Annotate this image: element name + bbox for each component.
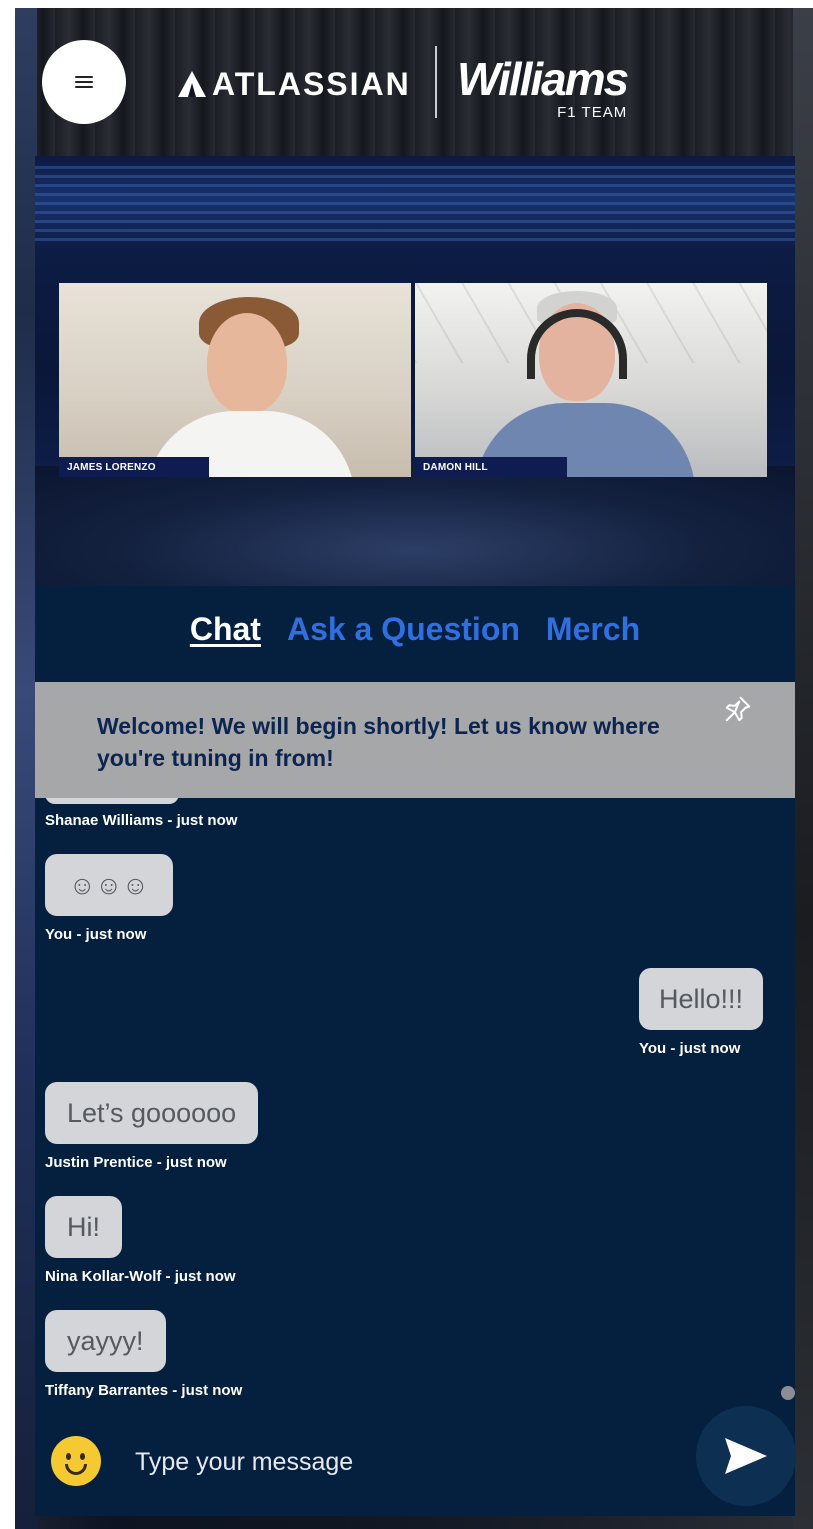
video-tile-damon-hill[interactable]: DAMON HILL	[415, 283, 767, 477]
williams-wordmark: Williams	[457, 53, 629, 105]
tab-merch[interactable]: Merch	[546, 611, 640, 661]
video-tile-james-lorenzo[interactable]: JAMES LORENZO	[59, 283, 411, 477]
left-backdrop	[15, 8, 37, 1529]
message-bubble: Hi!	[45, 1196, 122, 1258]
message-bubble: ☺☺☺	[45, 854, 173, 916]
message-list: Shanae Williams - just now ☺☺☺ You - jus…	[35, 798, 795, 1408]
message-bubble-own: Hello!!!	[639, 968, 764, 1030]
message-bubble: Let’s goooooo	[45, 1082, 259, 1144]
stage-light-stripes	[35, 166, 795, 246]
atlassian-mark-icon	[178, 71, 206, 97]
app-screen: ATLASSIAN Williams F1 TEAM JAMES LORENZO…	[15, 8, 813, 1529]
message-bubble: yayyy!	[45, 1310, 166, 1372]
send-button[interactable]	[696, 1406, 796, 1506]
message-input[interactable]	[135, 1440, 675, 1484]
atlassian-wordmark: ATLASSIAN	[212, 65, 411, 102]
tab-ask-a-question[interactable]: Ask a Question	[287, 611, 520, 661]
menu-button[interactable]	[42, 40, 126, 124]
message-meta: Shanae Williams - just now	[45, 812, 238, 829]
smiley-icon-mouth	[65, 1464, 87, 1475]
smiley-icon-eye	[66, 1453, 71, 1460]
message-bubble-partial	[45, 798, 179, 804]
emoji-picker-button[interactable]	[51, 1436, 101, 1486]
message-composer	[35, 1406, 796, 1514]
scrollbar-thumb[interactable]	[781, 1386, 795, 1400]
header-background	[15, 8, 813, 158]
message-meta: Nina Kollar-Wolf - just now	[45, 1268, 236, 1285]
participant-name-tag: JAMES LORENZO	[59, 457, 209, 477]
chat-panel: Chat Ask a Question Merch Welcome! We wi…	[35, 586, 796, 1516]
pinned-message-banner: Welcome! We will begin shortly! Let us k…	[35, 682, 795, 798]
message-meta: Tiffany Barrantes - just now	[45, 1382, 243, 1399]
atlassian-logo: ATLASSIAN	[178, 64, 411, 104]
message-meta: You - just now	[45, 926, 147, 943]
pinned-message-text: Welcome! We will begin shortly! Let us k…	[97, 713, 660, 771]
tab-bar: Chat Ask a Question Merch	[35, 611, 795, 661]
message-meta: Justin Prentice - just now	[45, 1154, 227, 1171]
hamburger-icon	[75, 76, 93, 88]
williams-logo: Williams F1 TEAM	[457, 53, 629, 121]
logo-divider	[435, 46, 437, 118]
right-backdrop	[793, 8, 813, 1529]
tab-chat[interactable]: Chat	[190, 611, 261, 661]
f1-team-wordmark: F1 TEAM	[557, 104, 628, 121]
message-meta-own: You - just now	[639, 1040, 741, 1057]
stage-floor	[35, 466, 795, 586]
video-stage: JAMES LORENZO DAMON HILL	[35, 156, 795, 586]
pin-icon[interactable]	[723, 694, 753, 724]
send-arrow-icon	[725, 1438, 767, 1474]
smiley-icon-eye	[80, 1453, 85, 1460]
participant-name-tag: DAMON HILL	[415, 457, 567, 477]
participant-face	[207, 313, 287, 413]
